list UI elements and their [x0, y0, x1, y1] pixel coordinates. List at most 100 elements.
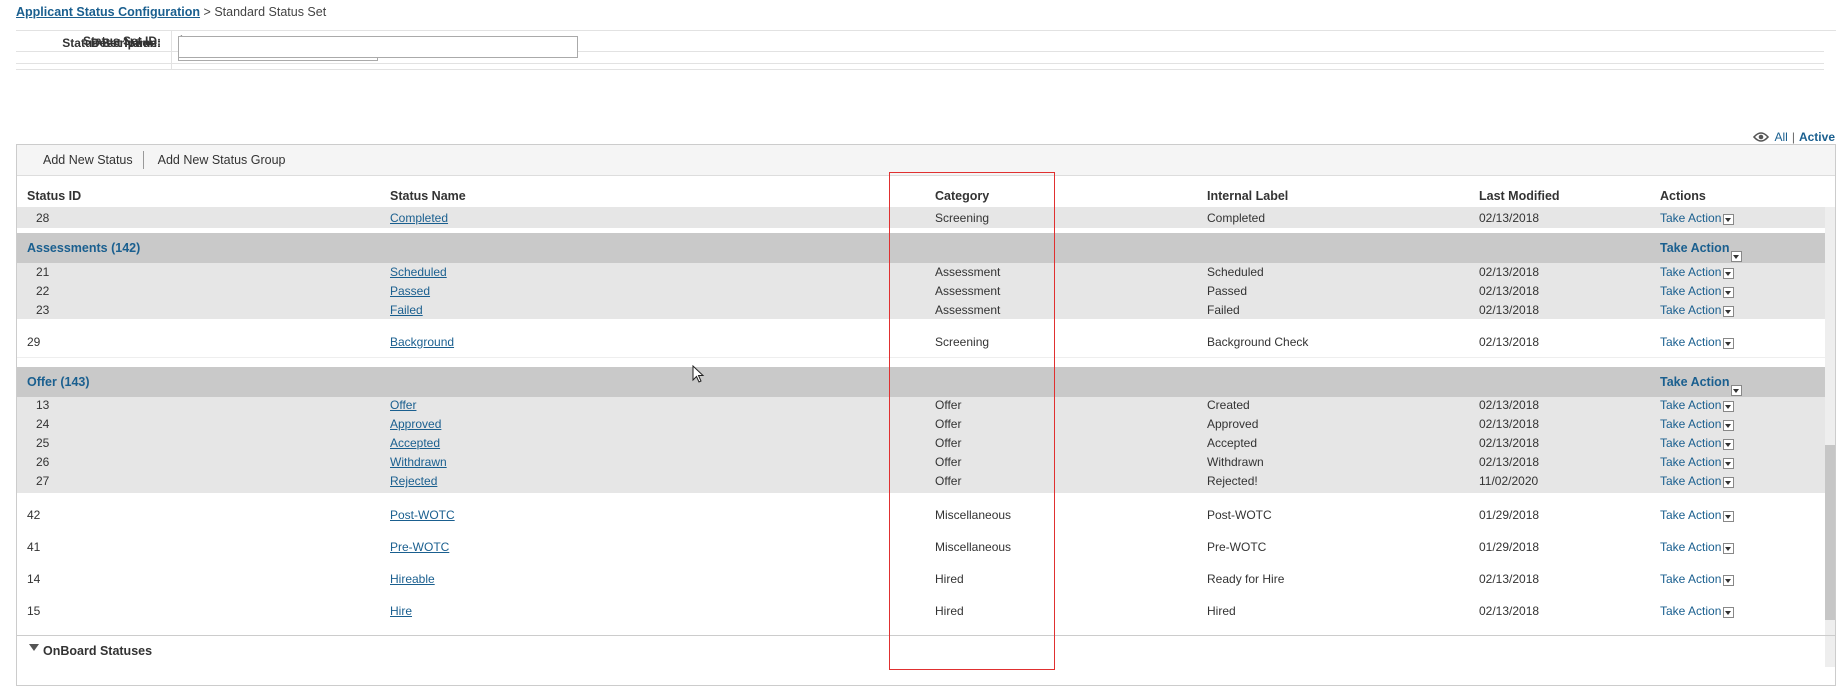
col-category[interactable]: Category — [935, 189, 989, 203]
eye-icon — [1752, 132, 1769, 142]
status-category: Assessment — [935, 265, 1001, 279]
col-status-name[interactable]: Status Name — [390, 189, 466, 203]
status-name-link[interactable]: Completed — [390, 211, 448, 225]
status-name-link[interactable]: Post-WOTC — [390, 508, 455, 522]
group-take-action-button[interactable]: Take Action — [1660, 375, 1743, 396]
status-category: Offer — [935, 436, 962, 450]
status-last-modified: 02/13/2018 — [1479, 335, 1540, 349]
status-name-link[interactable]: Scheduled — [390, 265, 447, 279]
dropdown-arrow-icon — [1731, 250, 1743, 262]
take-action-label: Take Action — [1660, 398, 1722, 412]
status-name-link[interactable]: Rejected — [390, 474, 437, 488]
dropdown-arrow-icon — [1723, 286, 1735, 298]
status-name-link[interactable]: Background — [390, 335, 454, 349]
take-action-button[interactable]: Take Action — [1660, 211, 1735, 225]
status-last-modified: 02/13/2018 — [1479, 284, 1540, 298]
take-action-button[interactable]: Take Action — [1660, 474, 1735, 488]
status-last-modified: 02/13/2018 — [1479, 604, 1540, 618]
status-last-modified: 11/02/2020 — [1479, 474, 1539, 488]
status-id: 27 — [36, 474, 50, 488]
status-internal-label: Background Check — [1207, 335, 1309, 349]
take-action-button[interactable]: Take Action — [1660, 284, 1735, 298]
table-toolbar: Add New Status Add New Status Group — [17, 145, 1835, 176]
take-action-label: Take Action — [1660, 604, 1722, 618]
collapse-triangle-icon[interactable] — [29, 644, 39, 651]
take-action-button[interactable]: Take Action — [1660, 398, 1735, 412]
take-action-button[interactable]: Take Action — [1660, 265, 1735, 279]
table-row: 27 Rejected Offer Rejected! 11/02/2020 T… — [17, 474, 1825, 490]
status-name-link[interactable]: Hire — [390, 604, 412, 618]
status-name-link[interactable]: Offer — [390, 398, 416, 412]
breadcrumb-link-applicant-status-configuration[interactable]: Applicant Status Configuration — [16, 5, 200, 19]
take-action-label: Take Action — [1660, 540, 1722, 554]
table-row: 42 Post-WOTC Miscellaneous Post-WOTC 01/… — [17, 508, 1825, 524]
take-action-button[interactable]: Take Action — [1660, 508, 1735, 522]
status-internal-label: Passed — [1207, 284, 1248, 298]
table-row: 29 Background Screening Background Check… — [17, 335, 1825, 358]
description-label: Description: — [16, 31, 172, 63]
take-action-button[interactable]: Take Action — [1660, 436, 1735, 450]
status-name-link[interactable]: Failed — [390, 303, 423, 317]
take-action-label: Take Action — [1660, 417, 1722, 431]
status-name-link[interactable]: Withdrawn — [390, 455, 447, 469]
status-internal-label: Ready for Hire — [1207, 572, 1285, 586]
scrollbar-thumb[interactable] — [1825, 445, 1835, 620]
col-last-modified[interactable]: Last Modified — [1479, 189, 1560, 203]
take-action-button[interactable]: Take Action — [1660, 303, 1735, 317]
dropdown-arrow-icon — [1723, 606, 1735, 618]
status-id: 25 — [36, 436, 50, 450]
take-action-label: Take Action — [1660, 284, 1722, 298]
col-actions: Actions — [1660, 189, 1706, 203]
status-internal-label: Failed — [1207, 303, 1240, 317]
onboard-statuses-section[interactable]: OnBoard Statuses — [17, 635, 1835, 666]
col-internal-label[interactable]: Internal Label — [1207, 189, 1288, 203]
status-id: 28 — [36, 211, 50, 225]
group-take-action-button[interactable]: Take Action — [1660, 241, 1743, 262]
dropdown-arrow-icon — [1723, 574, 1735, 586]
add-new-status-group-button[interactable]: Add New Status Group — [144, 153, 296, 167]
take-action-label: Take Action — [1660, 508, 1722, 522]
breadcrumb: Applicant Status Configuration > Standar… — [16, 5, 326, 19]
take-action-button[interactable]: Take Action — [1660, 572, 1735, 586]
take-action-button[interactable]: Take Action — [1660, 417, 1735, 431]
status-internal-label: Completed — [1207, 211, 1266, 225]
status-last-modified: 02/13/2018 — [1479, 303, 1540, 317]
table-row: 24 Approved Offer Approved 02/13/2018 Ta… — [17, 417, 1825, 433]
take-action-button[interactable]: Take Action — [1660, 540, 1735, 554]
take-action-button[interactable]: Take Action — [1660, 604, 1735, 618]
table-row: 23 Failed Assessment Failed 02/13/2018 T… — [17, 303, 1825, 319]
dropdown-arrow-icon — [1723, 438, 1735, 450]
add-new-status-button[interactable]: Add New Status — [33, 153, 143, 167]
status-category: Offer — [935, 474, 962, 488]
table-row: 21 Scheduled Assessment Scheduled 02/13/… — [17, 265, 1825, 281]
status-name-link[interactable]: Approved — [390, 417, 441, 431]
table-row: 14 Hireable Hired Ready for Hire 02/13/2… — [17, 572, 1825, 588]
status-internal-label: Pre-WOTC — [1207, 540, 1267, 554]
status-id: 21 — [36, 265, 50, 279]
group-label[interactable]: Assessments (142) — [27, 241, 140, 255]
dropdown-arrow-icon — [1723, 267, 1735, 279]
status-name-link[interactable]: Passed — [390, 284, 430, 298]
take-action-button[interactable]: Take Action — [1660, 455, 1735, 469]
status-id: 22 — [36, 284, 50, 298]
col-status-id[interactable]: Status ID — [27, 189, 81, 203]
description-input[interactable] — [178, 36, 578, 58]
status-last-modified: 02/13/2018 — [1479, 265, 1540, 279]
group-label[interactable]: Offer (143) — [27, 375, 90, 389]
status-name-link[interactable]: Accepted — [390, 436, 440, 450]
status-group-offer: Offer (143) Take Action — [17, 367, 1825, 397]
status-id: 26 — [36, 455, 50, 469]
filter-active-link[interactable]: Active — [1799, 130, 1835, 144]
status-name-link[interactable]: Hireable — [390, 572, 435, 586]
dropdown-arrow-icon — [1723, 457, 1735, 469]
mouse-cursor-icon — [692, 365, 705, 383]
visibility-filter: All | Active — [1752, 130, 1835, 144]
take-action-button[interactable]: Take Action — [1660, 335, 1735, 349]
status-name-link[interactable]: Pre-WOTC — [390, 540, 449, 554]
filter-all-link[interactable]: All — [1775, 130, 1788, 144]
table-row: 22 Passed Assessment Passed 02/13/2018 T… — [17, 284, 1825, 300]
dropdown-arrow-icon — [1723, 400, 1735, 412]
dropdown-arrow-icon — [1723, 419, 1735, 431]
status-internal-label: Scheduled — [1207, 265, 1264, 279]
status-internal-label: Post-WOTC — [1207, 508, 1272, 522]
